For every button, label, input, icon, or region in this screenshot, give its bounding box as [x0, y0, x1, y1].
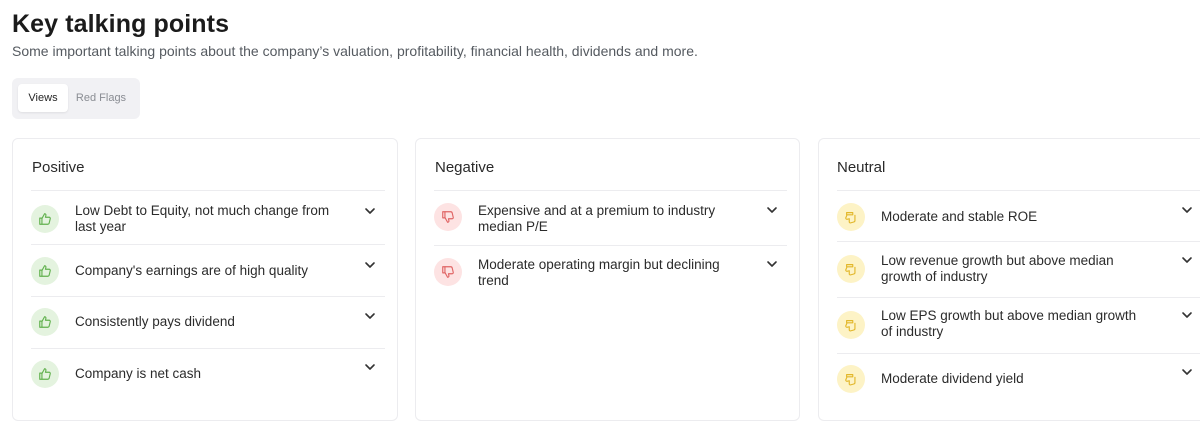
list-item[interactable]: Company is net cash [31, 348, 385, 400]
page-title: Key talking points [12, 10, 230, 38]
list-item[interactable]: Moderate operating margin but declining … [434, 245, 787, 300]
list-item[interactable]: Low Debt to Equity, not much change from… [31, 190, 385, 244]
positive-heading: Positive [32, 159, 85, 176]
neutral-card: Neutral Moderate and stable ROE Low reve… [818, 138, 1200, 421]
neutral-list: Moderate and stable ROE Low revenue grow… [837, 190, 1200, 405]
chevron-down-icon[interactable] [765, 203, 779, 217]
item-text: Moderate and stable ROE [881, 209, 1038, 224]
chevron-down-icon[interactable] [363, 258, 377, 272]
item-text: Low EPS growth but above median growth o… [881, 308, 1137, 339]
neutral-heading: Neutral [837, 159, 886, 176]
view-tabs: Views Red Flags [12, 78, 140, 119]
negative-list: Expensive and at a premium to industry m… [434, 190, 787, 300]
thumbs-sideways-icon [837, 203, 865, 231]
chevron-down-icon[interactable] [363, 204, 377, 218]
positive-card: Positive Low Debt to Equity, not much ch… [12, 138, 398, 421]
thumbs-down-icon [434, 203, 462, 231]
chevron-down-icon[interactable] [1180, 203, 1194, 217]
list-item[interactable]: Expensive and at a premium to industry m… [434, 190, 787, 245]
list-item[interactable]: Low revenue growth but above median grow… [837, 241, 1200, 297]
item-text: Company's earnings are of high quality [75, 263, 308, 278]
list-item[interactable]: Company's earnings are of high quality [31, 244, 385, 296]
chevron-down-icon[interactable] [1180, 365, 1194, 379]
item-text: Low Debt to Equity, not much change from… [75, 203, 330, 234]
item-text: Low revenue growth but above median grow… [881, 253, 1114, 284]
tab-views[interactable]: Views [18, 84, 68, 112]
thumbs-sideways-icon [837, 365, 865, 393]
thumbs-down-icon [434, 258, 462, 286]
item-text: Moderate operating margin but declining … [478, 257, 720, 288]
item-text: Consistently pays dividend [75, 314, 235, 329]
positive-list: Low Debt to Equity, not much change from… [31, 190, 385, 400]
page-subtitle: Some important talking points about the … [12, 43, 698, 59]
negative-card: Negative Expensive and at a premium to i… [415, 138, 800, 421]
item-text: Company is net cash [75, 366, 202, 381]
chevron-down-icon[interactable] [1180, 308, 1194, 322]
negative-heading: Negative [435, 159, 495, 176]
list-item[interactable]: Low EPS growth but above median growth o… [837, 297, 1200, 353]
chevron-down-icon[interactable] [363, 309, 377, 323]
thumbs-up-icon [31, 205, 59, 233]
thumbs-up-icon [31, 257, 59, 285]
item-text: Moderate dividend yield [881, 371, 1024, 386]
thumbs-sideways-icon [837, 311, 865, 339]
chevron-down-icon[interactable] [363, 360, 377, 374]
item-text: Expensive and at a premium to industry m… [478, 203, 716, 234]
chevron-down-icon[interactable] [1180, 253, 1194, 267]
chevron-down-icon[interactable] [765, 257, 779, 271]
thumbs-up-icon [31, 360, 59, 388]
thumbs-sideways-icon [837, 255, 865, 283]
list-item[interactable]: Moderate dividend yield [837, 353, 1200, 405]
list-item[interactable]: Consistently pays dividend [31, 296, 385, 348]
list-item[interactable]: Moderate and stable ROE [837, 190, 1200, 241]
thumbs-up-icon [31, 308, 59, 336]
tab-red-flags[interactable]: Red Flags [70, 84, 132, 112]
